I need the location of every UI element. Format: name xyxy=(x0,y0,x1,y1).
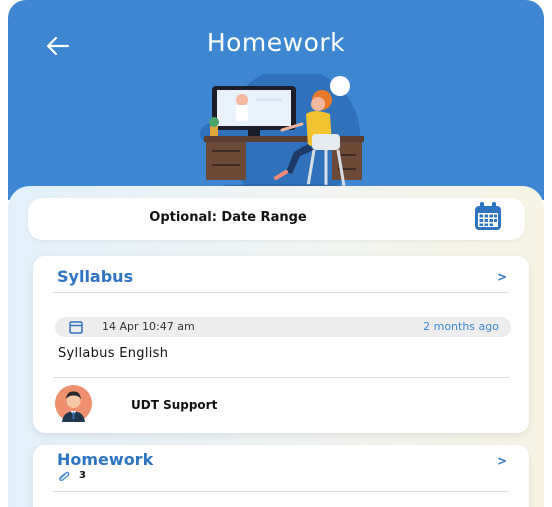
date-range-filter[interactable]: Optional: Date Range xyxy=(28,198,525,240)
avatar xyxy=(55,385,92,422)
divider xyxy=(53,292,509,293)
relative-time: 2 months ago xyxy=(423,320,499,333)
divider xyxy=(53,491,509,492)
chevron-right-icon[interactable]: > xyxy=(497,270,507,284)
post-date: 14 Apr 10:47 am xyxy=(102,320,195,333)
calendar-small-icon xyxy=(69,321,83,334)
paperclip-icon xyxy=(59,471,70,481)
item-title: Syllabus English xyxy=(58,346,169,361)
author-name: UDT Support xyxy=(131,398,218,412)
page-title: Homework xyxy=(206,28,346,57)
calendar-icon[interactable] xyxy=(474,201,502,231)
card-title: Syllabus xyxy=(57,267,134,286)
divider xyxy=(53,377,509,378)
chevron-right-icon[interactable]: > xyxy=(497,454,507,468)
card-title: Homework xyxy=(57,450,154,469)
study-desk-illustration xyxy=(200,74,364,192)
date-range-label: Optional: Date Range xyxy=(149,210,307,225)
syllabus-card[interactable]: Syllabus > 14 Apr 10:47 am 2 months ago … xyxy=(33,256,529,433)
date-row: 14 Apr 10:47 am 2 months ago xyxy=(55,317,511,337)
attachments: 3 xyxy=(58,470,86,481)
attachment-count: 3 xyxy=(79,470,86,481)
homework-card[interactable]: Homework > 3 xyxy=(33,445,529,507)
